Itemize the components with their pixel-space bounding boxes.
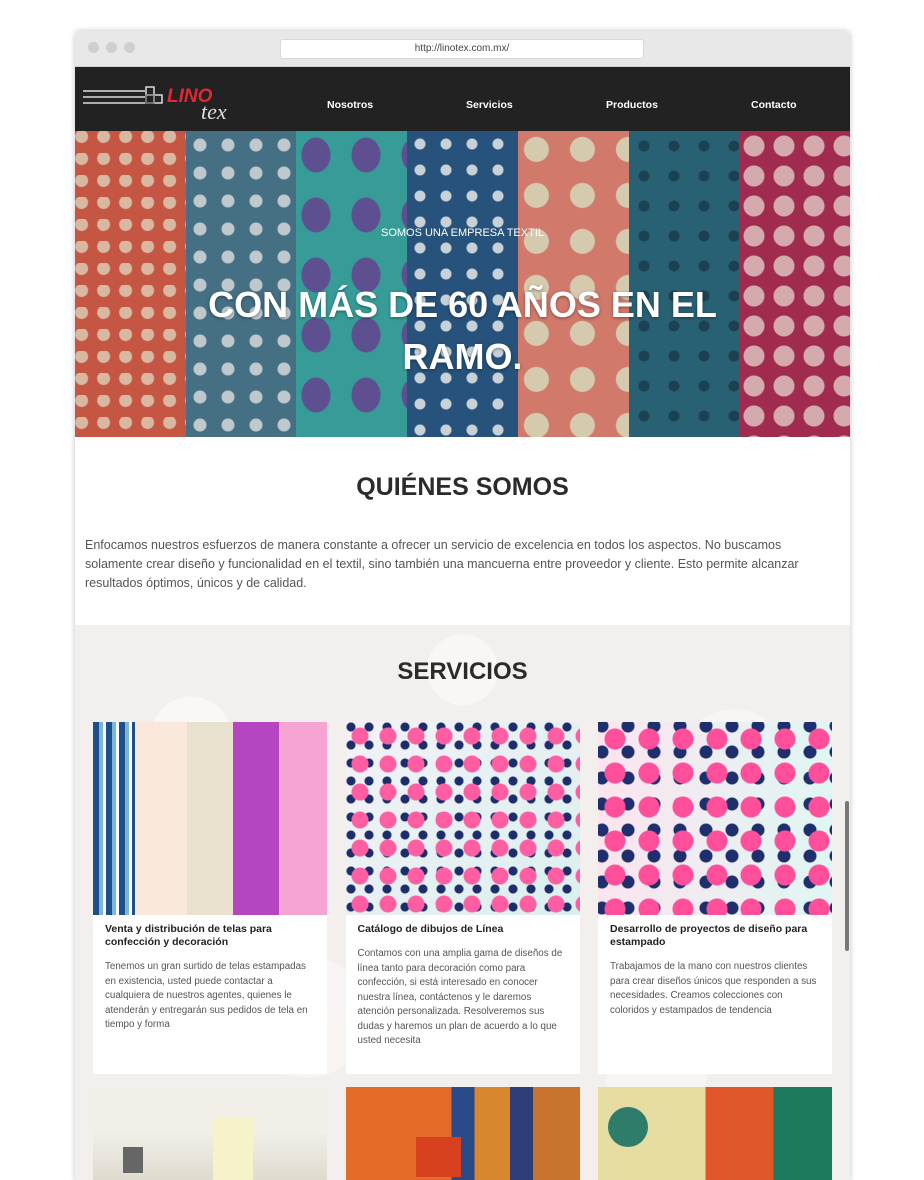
- service-card-venta[interactable]: Venta y distribución de telas para confe…: [93, 722, 327, 1074]
- hero-banner: SOMOS UNA EMPRESA TEXTIL CON MÁS DE 60 A…: [75, 131, 850, 437]
- hero-headline: CON MÁS DE 60 AÑOS EN EL RAMO.: [208, 284, 717, 377]
- about-section: QUIÉNES SOMOS Enfocamos nuestros esfuerz…: [75, 437, 850, 625]
- nav-contacto[interactable]: Contacto: [751, 99, 797, 111]
- service-card-title: Catálogo de dibujos de Línea: [357, 923, 504, 935]
- about-text: Enfocamos nuestros esfuerzos de manera c…: [85, 538, 799, 590]
- about-title: QUIÉNES SOMOS: [356, 473, 569, 501]
- nav-nosotros[interactable]: Nosotros: [327, 99, 373, 111]
- site-header: LINO tex Nosotros Servicios Productos Co…: [75, 67, 850, 131]
- living-room-photo[interactable]: [345, 1087, 580, 1180]
- close-dot[interactable]: [88, 42, 99, 53]
- service-card-desarrollo[interactable]: Desarrollo de proyectos de diseño para e…: [598, 722, 832, 1074]
- services-section: SERVICIOS Venta y distribución de telas …: [75, 625, 850, 1180]
- bedroom-photo[interactable]: [93, 1087, 327, 1180]
- service-card-catalogo[interactable]: Catálogo de dibujos de Línea Contamos co…: [345, 722, 580, 1074]
- service-card-text: Tenemos un gran surtido de telas estampa…: [105, 961, 308, 1030]
- hero-kicker: SOMOS UNA EMPRESA TEXTIL: [380, 227, 544, 239]
- service-card-text: Trabajamos de la mano con nuestros clien…: [610, 961, 817, 1016]
- linotex-logo[interactable]: LINO tex: [83, 77, 253, 125]
- plaid-fabric-rolls-image: [93, 722, 327, 915]
- logo-text-tex: tex: [201, 99, 227, 124]
- nav-servicios[interactable]: Servicios: [466, 99, 513, 111]
- window-controls: [88, 42, 135, 53]
- services-title: SERVICIOS: [397, 658, 528, 685]
- service-card-text: Contamos con una amplia gama de diseños …: [357, 948, 563, 1046]
- floral-collage-image: [598, 722, 832, 915]
- fabric-detail-photo[interactable]: [598, 1087, 832, 1180]
- maximize-dot[interactable]: [124, 42, 135, 53]
- service-card-title: Venta y distribución de telas para confe…: [105, 923, 272, 948]
- browser-window: http://linotex.com.mx/ LINO tex Nosotros…: [75, 31, 850, 1180]
- browser-toolbar: http://linotex.com.mx/: [75, 31, 850, 67]
- minimize-dot[interactable]: [106, 42, 117, 53]
- address-bar[interactable]: http://linotex.com.mx/: [280, 39, 644, 59]
- scrollbar-thumb[interactable]: [845, 801, 849, 951]
- pattern-collage-image: [345, 722, 580, 915]
- page-scrollbar[interactable]: [844, 131, 850, 1180]
- nav-productos[interactable]: Productos: [606, 99, 658, 111]
- service-card-title: Desarrollo de proyectos de diseño para e…: [610, 923, 808, 948]
